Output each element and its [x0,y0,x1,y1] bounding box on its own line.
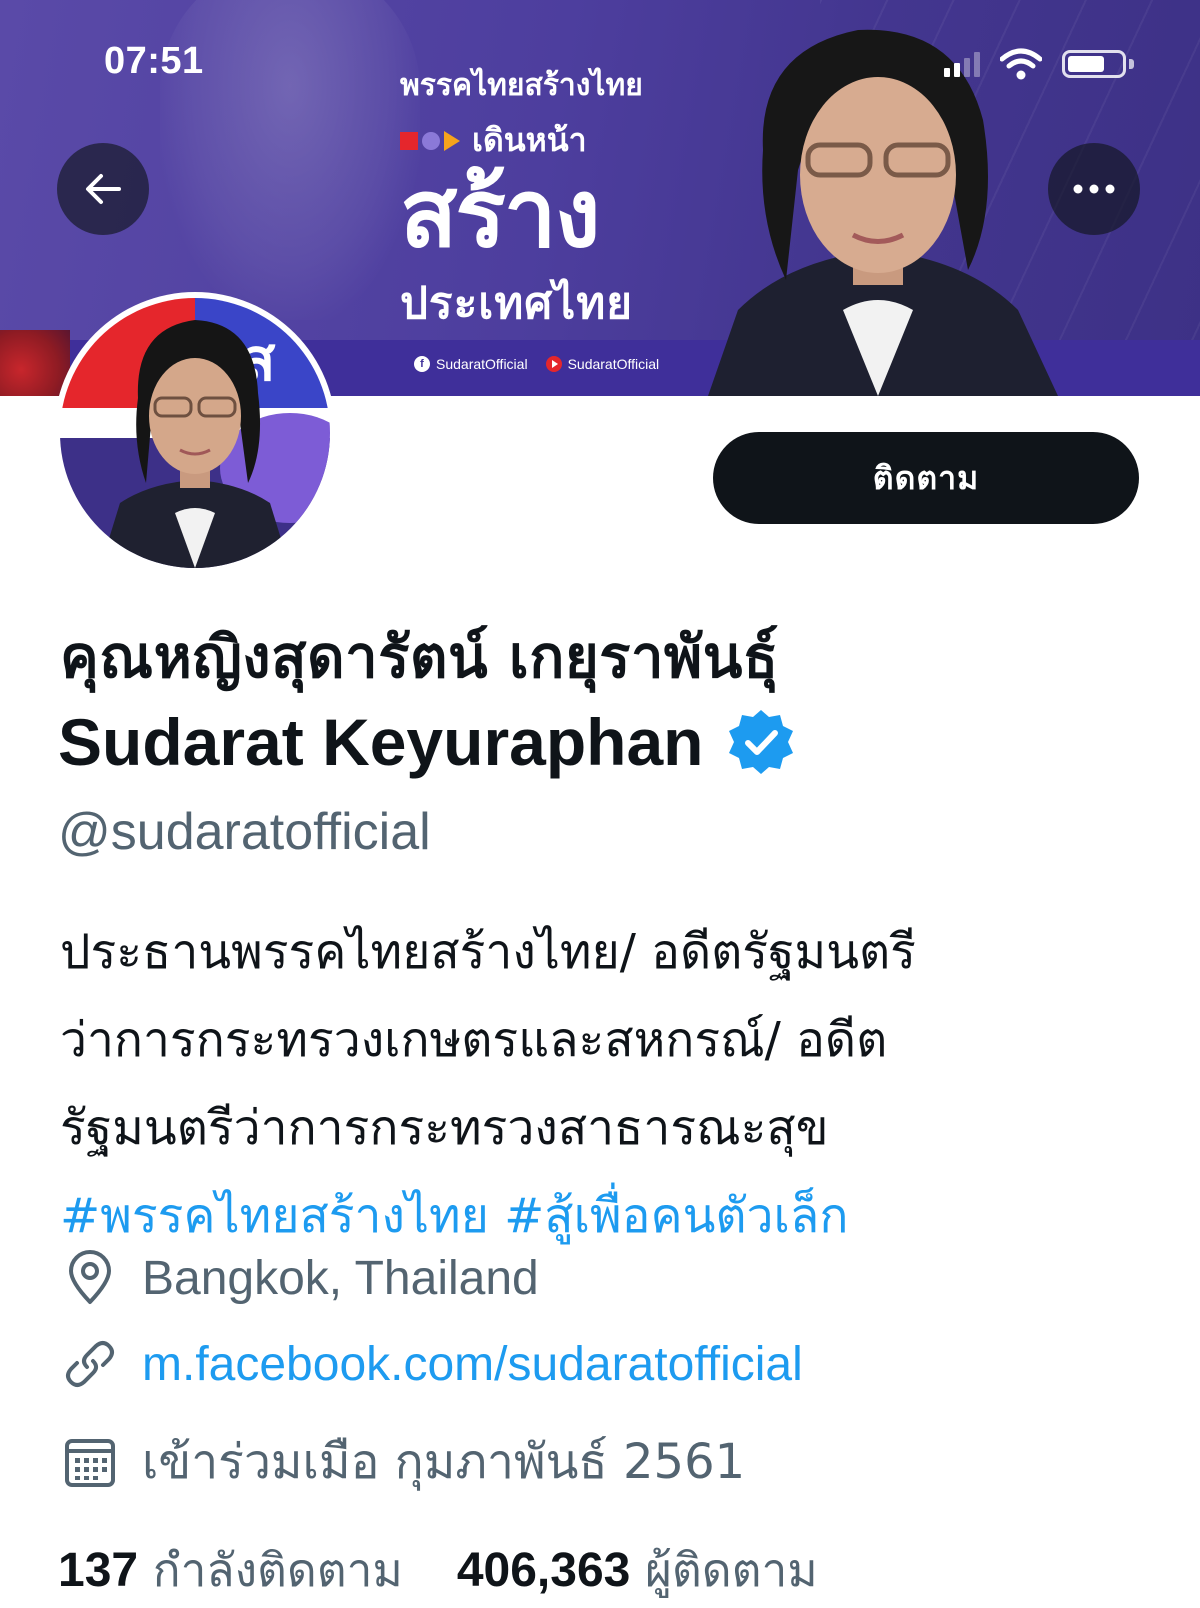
location-pin-icon [62,1250,118,1306]
back-button[interactable] [57,143,149,235]
calendar-icon [62,1434,118,1490]
display-name-english: Sudarat Keyuraphan [58,704,796,780]
join-date-text: เข้าร่วมเมือ กุมภาพันธ์ 2561 [142,1434,746,1490]
following-label: กำลังติดตาม [152,1543,403,1597]
bio-hashtags-link[interactable]: #พรรคไทยสร้างไทย #สู้เพื่อคนตัวเล็ก [60,1172,1160,1260]
more-options-button[interactable] [1048,143,1140,235]
profile-bio: ประธานพรรคไทยสร้างไทย/ อดีตรัฐมนตรี ว่าก… [60,908,1160,1260]
back-arrow-icon [86,174,121,204]
banner-youtube-handle: SudaratOfficial [545,356,660,372]
followers-label: ผู้ติดตาม [644,1543,818,1597]
follow-button[interactable]: ติดตาม [713,432,1139,524]
verified-badge-icon[interactable] [726,707,796,777]
bio-line: ประธานพรรคไทยสร้างไทย/ อดีตรัฐมนตรี [60,924,916,980]
avatar-image: ส [60,298,330,568]
wifi-icon [1000,48,1042,80]
banner-red-patch [0,330,70,396]
campaign-shapes-icon [400,130,460,151]
bio-line: รัฐมนตรีว่าการกระทรวงสาธารณะสุข [60,1100,829,1156]
cellular-signal-icon [944,51,980,77]
avatar-portrait-image: ส [60,298,330,568]
followers-count: 406,363 [456,1544,631,1597]
link-icon [62,1336,118,1392]
profile-stats: 137 กำลังติดตาม 406,363 ผู้ติดตาม [58,1534,818,1607]
profile-location: Bangkok, Thailand [62,1250,539,1306]
profile-avatar[interactable]: ส [54,292,336,574]
banner-social-handles: f SudaratOfficial SudaratOfficial [414,356,659,372]
facebook-icon: f [414,356,430,372]
following-count: 137 [58,1544,139,1597]
battery-icon [1062,48,1134,80]
youtube-icon [545,356,562,372]
youtube-handle-text: SudaratOfficial [567,356,660,372]
banner-facebook-handle: f SudaratOfficial [414,356,528,372]
bio-line: ว่าการกระทรวงเกษตรและสหกรณ์/ อดีต [60,1012,888,1068]
status-bar-indicators [944,48,1134,80]
status-bar-time: 07:51 [104,40,204,82]
more-dots-icon [1073,184,1115,194]
following-stat[interactable]: 137 กำลังติดตาม [58,1534,403,1607]
campaign-forward-text: เดินหน้า [472,121,587,159]
website-link[interactable]: m.facebook.com/sudaratofficial [142,1337,803,1392]
username-handle: @sudaratofficial [58,803,431,861]
display-name-english-text: Sudarat Keyuraphan [58,705,704,779]
facebook-handle-text: SudaratOfficial [436,356,528,372]
location-text: Bangkok, Thailand [142,1251,539,1305]
followers-stat[interactable]: 406,363 ผู้ติดตาม [457,1534,818,1607]
profile-join-date: เข้าร่วมเมือ กุมภาพันธ์ 2561 [62,1424,745,1500]
profile-website[interactable]: m.facebook.com/sudaratofficial [62,1336,803,1392]
display-name-thai: คุณหญิงสุดารัตน์ เกยุราพันธุ์ [60,623,779,691]
